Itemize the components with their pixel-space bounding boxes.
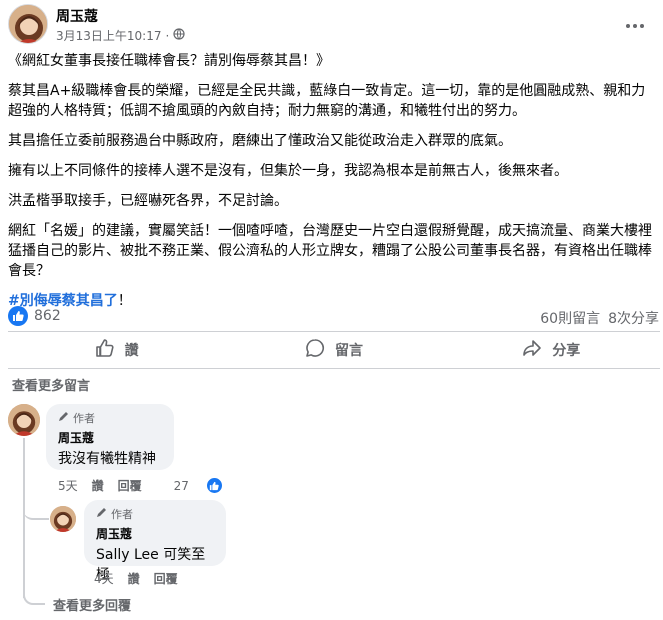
comment-reply-button[interactable]: 回覆 [118,477,142,494]
author-badge-label: 作者 [111,508,133,521]
pencil-icon [96,507,107,521]
post-paragraph: 其昌擔任立委前服務過台中縣政府，磨練出了懂政治又能從政治走入群眾的底氣。 [8,133,512,149]
pencil-icon [58,411,69,425]
author-badge: 作者 [58,410,162,426]
post-paragraph: 洪孟楷爭取接手，已經嚇死各界，不足討論。 [8,193,288,209]
reply-age[interactable]: 4天 [94,570,114,587]
like-label: 讚 [124,343,139,359]
comment-actions: 5天 讚 回覆 27 [58,477,237,494]
share-count[interactable]: 8次分享 [608,308,659,328]
thumbs-up-icon [95,338,115,362]
divider [8,331,660,332]
thread-connector [23,500,49,520]
reaction-summary[interactable]: 862 [8,306,61,326]
author-badge: 作者 [96,506,214,522]
post-action-bar: 讚 留言 分享 [8,335,660,365]
thumbs-up-icon [205,477,223,494]
comment-bubble: 作者 周玉蔻 我沒有犧牲精神 [46,404,174,470]
share-button[interactable]: 分享 [443,335,660,365]
comment-age[interactable]: 5天 [58,477,78,494]
comment-like-button[interactable]: 讚 [92,477,104,494]
comment-button[interactable]: 留言 [225,335,442,365]
comment-like-count[interactable]: 27 [174,477,237,494]
post-author-name[interactable]: 周玉蔻 [56,6,98,26]
post-paragraph: 《網紅女董事長接任職棒會長？請別侮辱蔡其昌！》 [8,53,330,69]
share-label: 分享 [552,343,581,359]
share-arrow-icon [522,338,542,362]
reply-author[interactable]: 周玉蔻 [96,525,214,542]
like-button[interactable]: 讚 [8,335,225,365]
post-timestamp[interactable]: 3月13日上午10:17 [56,27,162,44]
post-body: 《網紅女董事長接任職棒會長？請別侮辱蔡其昌！》 蔡其昌A+級職棒會長的榮耀，已經… [8,51,658,311]
comment-text: 我沒有犧牲精神 [58,451,156,467]
commenter-avatar[interactable] [8,404,40,436]
reply-reply-button[interactable]: 回覆 [154,570,178,587]
author-badge-label: 作者 [73,412,95,425]
post-paragraph: 網紅「名媛」的建議，實屬笑話！一個喳呼喳，台灣歷史一片空白還假掰覺醒，成天搞流量… [8,223,652,279]
comment-label: 留言 [334,343,363,359]
reply-like-button[interactable]: 讚 [128,570,140,587]
more-options-button[interactable] [625,14,645,33]
meta-separator: · [165,28,170,43]
globe-icon [173,28,185,43]
comment-count[interactable]: 60則留言 [540,308,600,328]
ellipsis-icon [625,14,645,33]
hashtag-suffix: ！ [117,293,132,309]
divider [8,368,660,369]
comment-like-count-value: 27 [173,478,189,493]
view-more-comments-link[interactable]: 查看更多留言 [12,375,90,394]
reaction-count: 862 [34,308,61,324]
post-meta: 3月13日上午10:17 · [56,27,185,44]
view-more-replies-link[interactable]: 查看更多回覆 [53,595,131,614]
thread-connector [23,438,25,598]
reply-avatar[interactable] [50,506,76,532]
comment-author[interactable]: 周玉蔻 [58,429,162,446]
reply-bubble: 作者 周玉蔻 Sally Lee 可笑至極 [84,500,226,583]
post-stats: 60則留言 8次分享 [540,308,659,328]
post-paragraph: 擁有以上不同條件的接棒人選不是沒有，但集於一身，我認為根本是前無古人，後無來者。 [8,163,568,179]
speech-bubble-icon [305,338,325,362]
post-paragraph: 蔡其昌A+級職棒會長的榮耀，已經是全民共識，藍綠白一致肯定。這一切，靠的是他圓融… [8,83,646,119]
thumbs-up-icon [8,306,28,326]
reply-actions: 4天 讚 回覆 [94,570,192,587]
thread-connector [23,585,45,605]
author-avatar[interactable] [8,4,48,44]
